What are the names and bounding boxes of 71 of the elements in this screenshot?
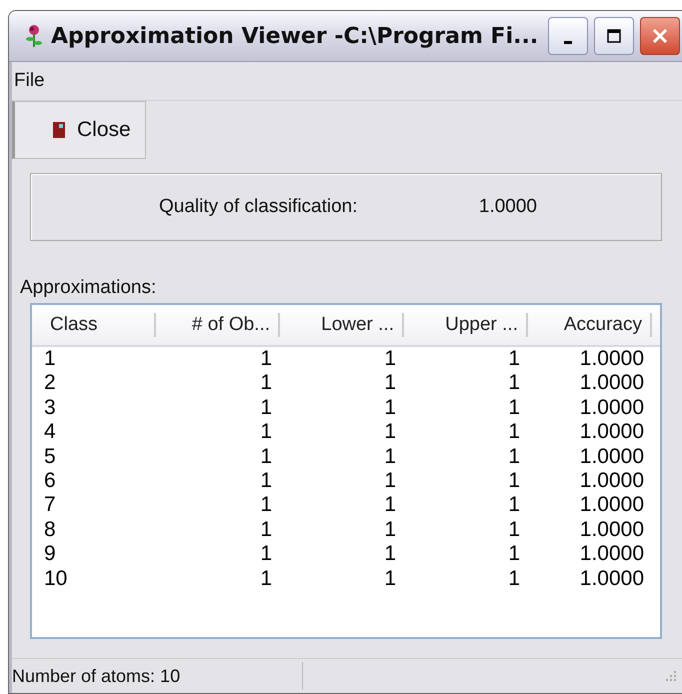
flower-icon [25,24,43,48]
table-cell-text: 1.0000 [578,542,645,567]
table-cell-text: 1.0000 [578,518,645,542]
menu-item[interactable]: File [14,70,45,92]
table-cell-text: 8 [43,518,57,542]
door-icon [53,122,65,138]
table-cell-text: 1 [383,493,397,518]
table-cell-text: 1 [383,518,397,542]
table-cell-text: 3 [43,396,57,420]
table-cell-text: 1 [507,420,521,445]
close-button[interactable] [640,17,680,55]
table-cell-text: 1 [507,396,521,420]
maximize-icon [606,28,622,44]
minimize-icon [564,40,572,44]
resize-grip-icon [664,669,678,683]
list-label: Approximations: [20,277,158,299]
table-cell-text: 6 [43,468,57,494]
quality-label: Quality of classification: [159,196,358,218]
table-cell-text: 1 [383,371,397,396]
close-toolbar-button[interactable]: Close [12,101,146,159]
table-cell-text: 1 [507,493,521,518]
table-cell-text: 1 [259,420,273,445]
column-header[interactable]: Upper ... [404,313,528,337]
table-cell-text: 1 [259,347,273,372]
table-cell-text: 1 [507,542,521,567]
table-cell-text: 1 [259,396,273,420]
table-cell-text: 9 [43,542,57,567]
table-cell-text: 1 [259,444,273,469]
table-cell-text: 1 [507,347,521,372]
table-cell-text: 1 [383,542,397,567]
table-cell-text: 5 [43,444,57,469]
table-cell-text: 2 [43,371,57,396]
column-header[interactable]: # of Ob... [156,313,280,337]
table-cell-text: 1 [383,347,397,372]
maximize-button[interactable] [594,17,634,55]
table-cell-text: 1 [507,444,521,469]
table-cell-text: 1.0000 [578,347,645,372]
table-cell-text: 1.0000 [578,420,645,445]
table-cell-text: 1 [507,371,521,396]
minimize-button[interactable] [548,17,588,55]
table-cell-text: 1 [507,566,521,591]
table-cell-text: 1.0000 [578,444,645,469]
table-cell-text: 1.0000 [578,468,645,494]
quality-value: 1.0000 [478,196,537,218]
table-cell-text: 1 [259,371,273,396]
table-cell-text: 10 [43,566,68,591]
table-cell-text: 4 [43,420,57,445]
table-cell-text: 1 [259,468,273,494]
column-header[interactable]: Lower ... [280,313,404,337]
table-cell-text: 1 [383,566,397,591]
table-cell-text: 1 [383,468,397,494]
table-cell-text: 1.0000 [578,396,645,420]
table-cell-text: 7 [43,493,57,518]
column-header[interactable]: Accuracy [528,313,652,337]
table-cell-text: 1.0000 [578,371,645,396]
table-cell-text: 1 [259,542,273,567]
column-header[interactable]: Class [32,313,156,337]
table-cell-text: 1.0000 [578,493,645,518]
table-cell-text: 1 [383,396,397,420]
table-cell-text: 1 [383,444,397,469]
table-cell-text: 1 [259,493,273,518]
table-cell-text: 1 [259,518,273,542]
window-title: Approximation Viewer -C:\Program Fi... [51,24,538,48]
table-cell-text: 1.0000 [578,566,645,591]
status-text: Number of atoms: 10 [12,666,182,686]
table-cell-text: 1 [507,468,521,494]
table-cell-text: 1 [383,420,397,445]
close-icon [651,27,669,45]
table-cell-text: 1 [259,566,273,591]
table-cell-text: 1 [507,518,521,542]
table-cell-text: 1 [43,347,57,372]
